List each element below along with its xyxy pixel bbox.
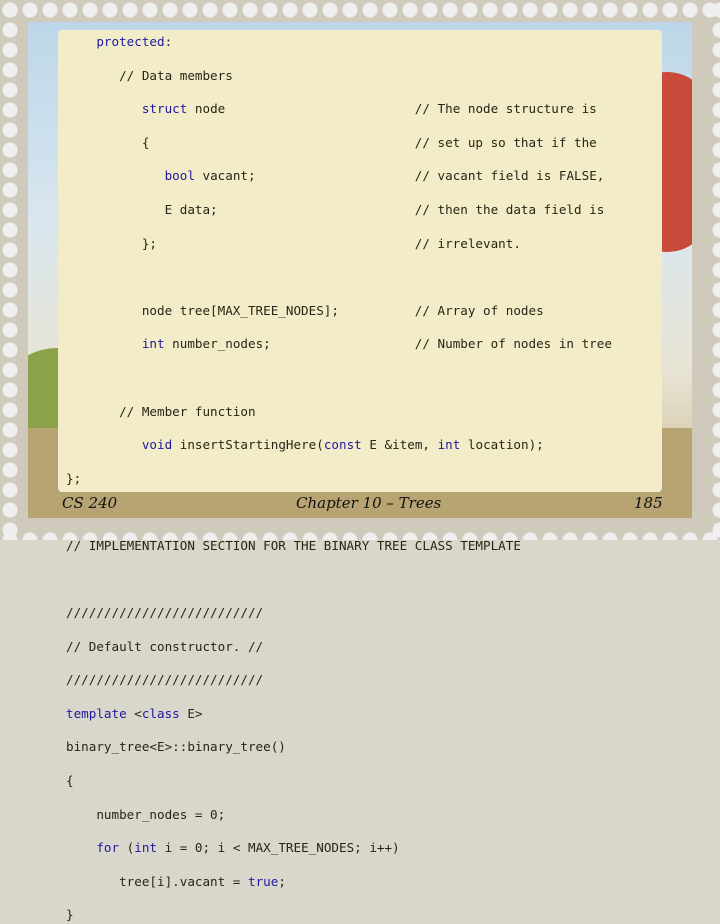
code-line: binary_tree<E>::binary_tree() bbox=[66, 739, 286, 755]
code-line: E data; // then the data field is bbox=[66, 201, 605, 217]
code-line: }; bbox=[66, 470, 82, 486]
code-line: }; // irrelevant. bbox=[66, 235, 521, 251]
code-line: bool vacant; // vacant field is FALSE, bbox=[164, 168, 605, 184]
code-line: // IMPLEMENTATION SECTION FOR THE BINARY… bbox=[66, 537, 521, 553]
code-line: { bbox=[66, 773, 74, 789]
code-line: template <class E> bbox=[66, 705, 203, 721]
code-line: ////////////////////////// bbox=[66, 605, 264, 621]
code-line: tree[i].vacant = true; bbox=[66, 873, 286, 889]
code-line: // Data members bbox=[66, 67, 233, 83]
code-line: for (int i = 0; i < MAX_TREE_NODES; i++) bbox=[96, 840, 400, 856]
code-line: } bbox=[66, 907, 74, 923]
footer-course: CS 240 bbox=[62, 494, 118, 512]
code-line: number_nodes = 0; bbox=[66, 806, 226, 822]
code-line: struct node // The node structure is bbox=[141, 101, 597, 117]
code-line: // Default constructor. // bbox=[66, 638, 264, 654]
code-line: ////////////////////////// bbox=[66, 672, 264, 688]
code-line: void insertStartingHere(const E &item, i… bbox=[141, 437, 544, 453]
code-line: int number_nodes; // Number of nodes in … bbox=[141, 336, 612, 352]
code-listing: protected: // Data members struct node /… bbox=[66, 34, 612, 924]
code-line: // Member function bbox=[66, 403, 256, 419]
code-line: node tree[MAX_TREE_NODES]; // Array of n… bbox=[66, 302, 544, 318]
code-line: { // set up so that if the bbox=[66, 134, 597, 150]
code-line: protected: bbox=[96, 34, 173, 49]
footer-chapter: Chapter 10 – Trees bbox=[296, 494, 442, 512]
footer-page-number: 185 bbox=[634, 494, 663, 512]
